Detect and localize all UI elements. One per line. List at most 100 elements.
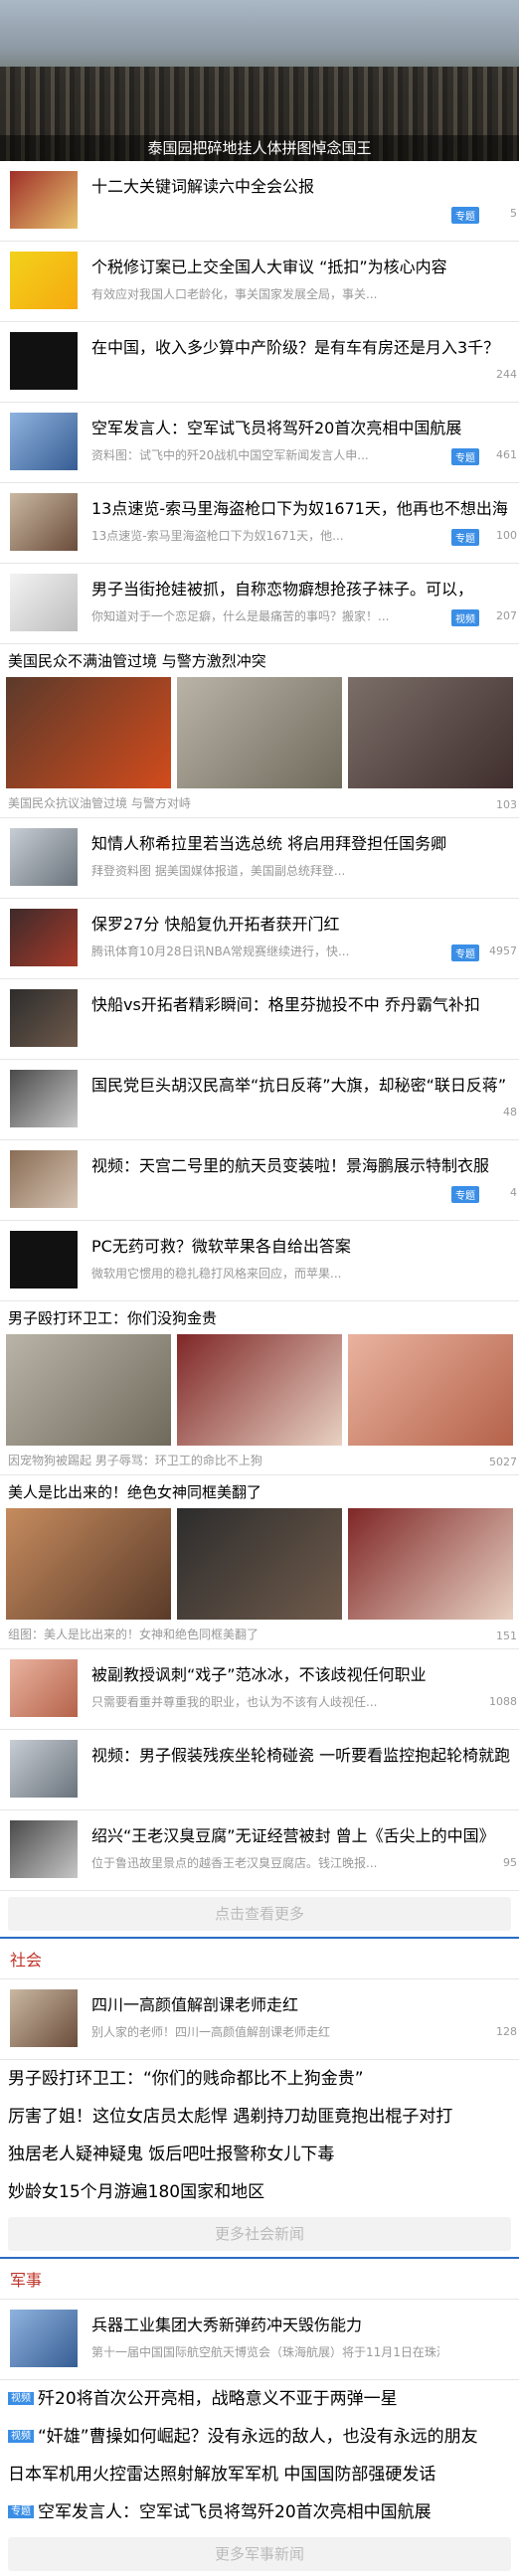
news-list-1: 十二大关键词解读六中全会公报专题 5 个税修订案已上交全国人大审议 “抵扣”为核心…: [0, 161, 519, 644]
group-photo: [348, 1508, 513, 1620]
group-photo: [6, 1508, 171, 1620]
news-link-text: 空军发言人：空军试飞员将驾歼20首次亮相中国航展: [38, 2502, 432, 2522]
group-desc: 组图：美人是比出来的！女神和绝色同框美翻了: [8, 1628, 260, 1641]
news-item[interactable]: 绍兴“王老汉臭豆腐”无证经营被封 曾上《舌尖上的中国》位于鲁迅故里景点的越香王老…: [0, 1810, 519, 1891]
group-photo: [348, 677, 513, 788]
news-title: 男子当街抢娃被抓，自称恋物癖想抢孩子袜子。可以，: [91, 580, 474, 599]
news-title: 视频：男子假装残疾坐轮椅碰瓷 一听要看监控抱起轮椅就跑: [91, 1746, 511, 1765]
comment-count: 5027: [489, 1456, 517, 1468]
group-photo: [348, 1334, 513, 1446]
news-link[interactable]: 男子殴打环卫工：“你们的贱命都比不上狗金贵”: [0, 2060, 519, 2098]
news-link[interactable]: 厉害了姐！这位女店员太彪悍 遇剃持刀劫匪竟抱出棍子对打: [0, 2098, 519, 2136]
news-link-text: 歼20将首次公开亮相，战略意义不亚于两弹一星: [38, 2389, 398, 2409]
comment-count: 100: [496, 529, 517, 542]
news-desc: 有效应对我国人口老龄化，事关国家发展全局，事关...: [91, 287, 378, 301]
news-link[interactable]: 妙龄女15个月游遍180国家和地区: [0, 2173, 519, 2211]
comment-count: 1088: [489, 1695, 517, 1708]
news-link[interactable]: 视频 歼20将首次公开亮相，战略意义不亚于两弹一星: [0, 2380, 519, 2418]
news-title: 绍兴“王老汉臭豆腐”无证经营被封 曾上《舌尖上的中国》: [91, 1826, 495, 1845]
news-link[interactable]: 视频 “奸雄”曹操如何崛起？没有永远的敌人，也没有永远的朋友: [0, 2418, 519, 2456]
news-link[interactable]: 独居老人疑神疑鬼 饭后吧吐报警称女儿下毒: [0, 2136, 519, 2173]
comment-count: 5: [510, 207, 517, 220]
news-item[interactable]: 在中国，收入多少算中产阶级？是有车有房还是月入3千？ 244: [0, 322, 519, 403]
news-thumb: [10, 413, 78, 470]
more-military-button[interactable]: 更多军事新闻: [8, 2537, 511, 2571]
news-item[interactable]: 快船vs开拓者精彩瞬间：格里芬抛投不中 乔丹霸气补扣: [0, 979, 519, 1060]
news-thumb: [10, 828, 78, 886]
topic-badge: 专题: [451, 529, 479, 546]
news-item[interactable]: 兵器工业集团大秀新弹药冲天毁伤能力 第十一届中国国际航空航天博览会（珠海航展）将于…: [0, 2300, 519, 2380]
news-desc: 位于鲁迅故里景点的越香王老汉臭豆腐店。钱江晚报...: [91, 1856, 378, 1870]
topic-badge: 专题: [451, 945, 479, 961]
news-item[interactable]: 视频：男子假装残疾坐轮椅碰瓷 一听要看监控抱起轮椅就跑: [0, 1730, 519, 1810]
section-title: 军事: [0, 2259, 519, 2300]
news-item[interactable]: 13点速览-索马里海盗枪口下为奴1671天，他再也不想出海 13点速览-索马里海盗…: [0, 483, 519, 564]
news-item[interactable]: 四川一高颜值解剖课老师走红 别人家的老师！四川一高颜值解剖课老师走红 128: [0, 1979, 519, 2060]
news-desc: 第十一届中国国际航空航天博览会（珠海航展）将于11月1日在珠海举办，中国兵器工业…: [91, 2345, 439, 2359]
news-thumb: [10, 909, 78, 966]
news-item[interactable]: 男子当街抢娃被抓，自称恋物癖想抢孩子袜子。可以， 你知道对于一个恋足癖，什么是最痛…: [0, 564, 519, 644]
news-title: 知情人称希拉里若当选总统 将启用拜登担任国务卿: [91, 834, 447, 853]
photo-group[interactable]: 美国民众不满油管过境 与警方激烈冲突 美国民众抗议油管过境 与警方对峙 103: [0, 644, 519, 818]
topic-badge: 专题: [451, 448, 479, 465]
news-item[interactable]: 知情人称希拉里若当选总统 将启用拜登担任国务卿 拜登资料图 据美国媒体报道，美国副…: [0, 818, 519, 899]
group-title: 美人是比出来的！绝色女神同框美翻了: [8, 1483, 262, 1501]
news-link-text: “奸雄”曹操如何崛起？没有永远的敌人，也没有永远的朋友: [38, 2427, 478, 2447]
hero-caption: 泰国园把碎地挂人体拼图悼念国王: [0, 135, 519, 161]
military-section: 军事 兵器工业集团大秀新弹药冲天毁伤能力 第十一届中国国际航空航天博览会（珠海航展…: [0, 2257, 519, 2571]
news-thumb: [10, 989, 78, 1047]
news-thumb: [10, 1150, 78, 1208]
topic-badge: 专题: [8, 2505, 34, 2518]
news-title: 视频：天宫二号里的航天员变装啦！景海鹏展示特制衣服: [91, 1156, 490, 1175]
topic-badge: 专题: [451, 207, 479, 224]
news-link[interactable]: 日本军机用火控雷达照射解放军军机 中国国防部强硬发话: [0, 2456, 519, 2493]
comment-count: 151: [496, 1630, 517, 1642]
video-badge: 视频: [451, 609, 479, 626]
comment-count: 244: [496, 368, 517, 381]
news-thumb: [10, 332, 78, 390]
news-list-2: 知情人称希拉里若当选总统 将启用拜登担任国务卿 拜登资料图 据美国媒体报道，美国副…: [0, 818, 519, 1301]
news-link[interactable]: 专题 空军发言人：空军试飞员将驾歼20首次亮相中国航展: [0, 2493, 519, 2531]
news-item[interactable]: 被副教授讽刺“戏子”范冰冰，不该歧视任何职业只需要看重并尊重我的职业，也认为不该…: [0, 1649, 519, 1730]
photo-group[interactable]: 男子殴打环卫工：你们没狗金贵 因宠物狗被踢起 男子辱骂：环卫工的命比不上狗 50…: [0, 1301, 519, 1475]
comment-count: 103: [496, 798, 517, 811]
news-thumb: [10, 493, 78, 551]
news-title: 13点速览-索马里海盗枪口下为奴1671天，他再也不想出海: [91, 499, 508, 518]
news-item[interactable]: 十二大关键词解读六中全会公报专题 5: [0, 161, 519, 242]
group-photo: [177, 1508, 342, 1620]
news-item[interactable]: 保罗27分 快船复仇开拓者获开门红 腾讯体育10月28日讯NBA常规赛继续进行，快…: [0, 899, 519, 979]
group-title: 男子殴打环卫工：你们没狗金贵: [8, 1309, 218, 1327]
comment-count: 4957: [489, 945, 517, 957]
group-desc: 因宠物狗被踢起 男子辱骂：环卫工的命比不上狗: [8, 1454, 262, 1467]
news-desc: 微软用它惯用的稳扎稳打风格来回应，而苹果...: [91, 1267, 342, 1281]
news-title: 被副教授讽刺“戏子”范冰冰，不该歧视任何职业: [91, 1665, 427, 1684]
news-item[interactable]: 个税修订案已上交全国人大审议 “抵扣”为核心内容 有效应对我国人口老龄化，事关国家…: [0, 242, 519, 322]
news-title: 保罗27分 快船复仇开拓者获开门红: [91, 915, 340, 934]
news-item[interactable]: 国民党巨头胡汉民高举“抗日反蒋”大旗，却秘密“联日反蒋” 48: [0, 1060, 519, 1140]
load-more-button[interactable]: 点击查看更多: [8, 1897, 511, 1931]
news-link-text: 日本军机用火控雷达照射解放军军机 中国国防部强硬发话: [8, 2465, 436, 2485]
news-title: 在中国，收入多少算中产阶级？是有车有房还是月入3千？: [91, 338, 500, 357]
news-desc: 只需要看重并尊重我的职业，也认为不该有人歧视任...: [91, 1695, 378, 1709]
news-item[interactable]: PC无药可救？微软苹果各自给出答案微软用它惯用的稳扎稳打风格来回应，而苹果...: [0, 1221, 519, 1301]
group-photo: [177, 1334, 342, 1446]
comment-count: 461: [496, 448, 517, 461]
news-title: 十二大关键词解读六中全会公报: [91, 177, 315, 196]
comment-count: 4: [510, 1186, 517, 1199]
photo-group[interactable]: 美人是比出来的！绝色女神同框美翻了 组图：美人是比出来的！女神和绝色同框美翻了 …: [0, 1475, 519, 1649]
news-thumb: [10, 1659, 78, 1717]
news-title: 国民党巨头胡汉民高举“抗日反蒋”大旗，却秘密“联日反蒋”: [91, 1076, 507, 1095]
news-item[interactable]: 视频：天宫二号里的航天员变装啦！景海鹏展示特制衣服 专题 4: [0, 1140, 519, 1221]
news-item[interactable]: 空军发言人：空军试飞员将驾歼20首次亮相中国航展资料图：试飞中的歼20战机中国空…: [0, 403, 519, 483]
news-title: PC无药可救？微软苹果各自给出答案: [91, 1237, 351, 1256]
news-thumb: [10, 574, 78, 631]
news-desc: 别人家的老师！四川一高颜值解剖课老师走红: [91, 2025, 331, 2039]
more-society-button[interactable]: 更多社会新闻: [8, 2217, 511, 2251]
news-desc: 13点速览-索马里海盗枪口下为奴1671天，他...: [91, 529, 344, 543]
news-thumb: [10, 1989, 78, 2047]
group-photo: [177, 677, 342, 788]
news-title: 空军发言人：空军试飞员将驾歼20首次亮相中国航展: [91, 419, 462, 437]
news-desc: 资料图：试飞中的歼20战机中国空军新闻发言人申...: [91, 448, 369, 462]
hero-banner[interactable]: 泰国园把碎地挂人体拼图悼念国王: [0, 0, 519, 161]
news-thumb: [10, 171, 78, 229]
